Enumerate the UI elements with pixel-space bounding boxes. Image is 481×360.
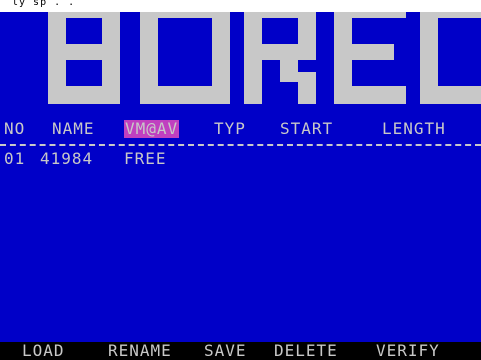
header-name: NAME xyxy=(52,119,95,138)
header-typ: TYP xyxy=(214,119,246,138)
rename-command[interactable]: RENAME xyxy=(108,342,172,360)
delete-command[interactable]: DELETE xyxy=(274,342,338,360)
column-header-row: NO NAME VM@AV TYP START LENGTH xyxy=(4,119,445,138)
verify-command[interactable]: VERIFY xyxy=(376,342,440,360)
list-item[interactable]: 01 41984 FREE xyxy=(4,149,166,168)
top-strip: ly sp . . xyxy=(0,0,481,12)
borec-screen: ly sp . . NO NAME VM@AV TYP START LENGTH… xyxy=(0,0,481,360)
top-strip-text: ly sp . . xyxy=(12,0,76,8)
header-no: NO xyxy=(4,119,26,138)
entry-size: 41984 xyxy=(40,149,94,168)
entry-status: FREE xyxy=(124,149,167,168)
command-menu-bar: LOAD RENAME SAVE DELETE VERIFY xyxy=(0,342,481,360)
header-vmav-highlight: VM@AV xyxy=(124,119,180,138)
header-divider xyxy=(0,144,481,146)
save-command[interactable]: SAVE xyxy=(204,342,247,360)
entry-number: 01 xyxy=(4,149,26,168)
load-command[interactable]: LOAD xyxy=(22,342,65,360)
header-length: LENGTH xyxy=(382,119,446,138)
header-start: START xyxy=(280,119,334,138)
borec-logo xyxy=(0,0,481,108)
